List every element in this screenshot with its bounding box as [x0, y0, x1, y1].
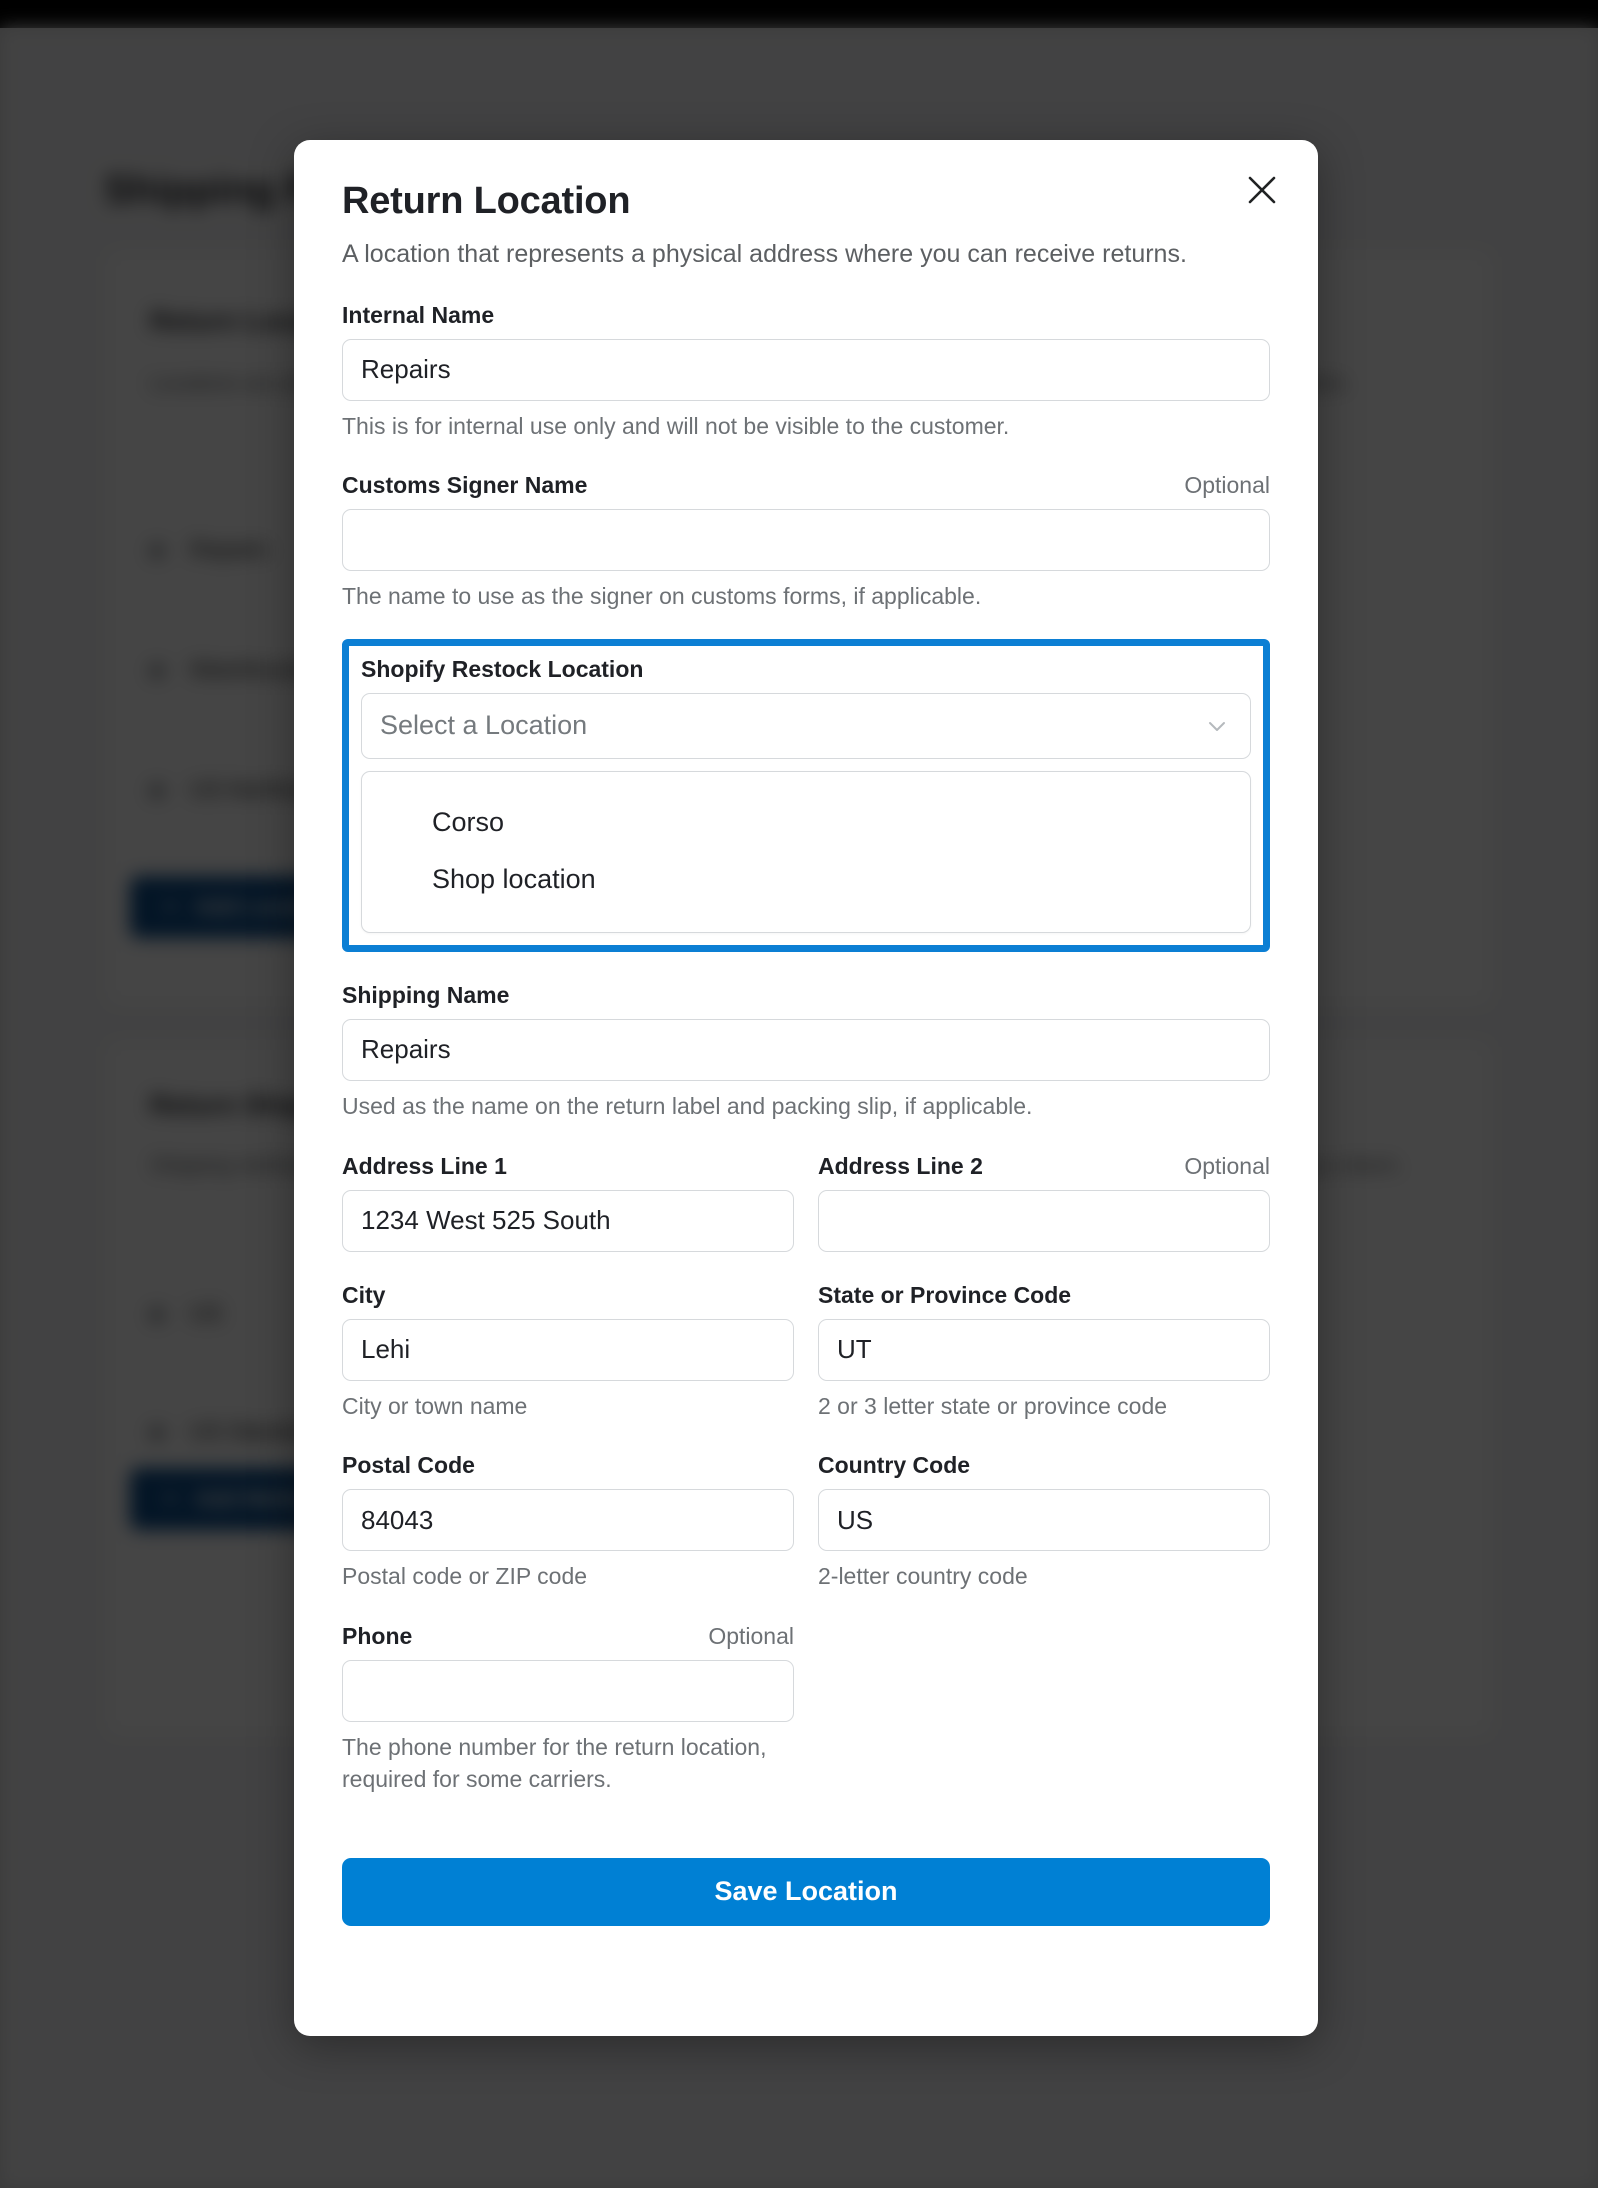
col-phone: Phone Optional The phone number for the … [342, 1623, 794, 1795]
field-address-line-2: Address Line 2 Optional [818, 1153, 1270, 1252]
option-item[interactable]: Corso [362, 794, 1250, 851]
internal-name-label: Internal Name [342, 301, 495, 328]
return-location-modal: Return Location A location that represen… [294, 140, 1318, 2036]
field-country-code-head: Country Code [818, 1452, 1270, 1479]
field-customs-signer-head: Customs Signer Name Optional [342, 472, 1270, 499]
address-line-2-optional-badge: Optional [1184, 1152, 1270, 1179]
field-address-line-1-head: Address Line 1 [342, 1153, 794, 1180]
modal-subtitle: A location that represents a physical ad… [342, 240, 1187, 268]
shipping-name-label: Shipping Name [342, 981, 510, 1008]
customs-signer-name-optional-badge: Optional [1184, 472, 1270, 499]
state-or-province-code-label: State or Province Code [818, 1281, 1072, 1308]
plus-icon: + [164, 1486, 177, 1511]
city-help: City or town name [342, 1392, 528, 1419]
chevron-down-icon [1202, 711, 1232, 741]
phone-optional-badge: Optional [708, 1623, 794, 1650]
save-location-button[interactable]: Save Location [342, 1857, 1270, 1926]
col-country-code: Country Code 2-letter country code [818, 1452, 1270, 1593]
state-or-province-code-input[interactable] [818, 1318, 1270, 1381]
close-icon[interactable] [1234, 162, 1290, 218]
row-marker-icon [150, 1425, 164, 1440]
background-card1-row-1: Warehouse [150, 656, 307, 683]
page-root: Shipping Policies Return Locations Locat… [0, 0, 1598, 2188]
phone-input[interactable] [342, 1660, 794, 1723]
field-customs-signer-name: Customs Signer Name Optional The name to… [342, 472, 1270, 613]
postal-code-input[interactable] [342, 1489, 794, 1552]
country-code-label: Country Code [818, 1452, 971, 1479]
field-city: City City or town name [342, 1282, 794, 1423]
field-postal-code: Postal Code Postal code or ZIP code [342, 1452, 794, 1593]
postal-country-row: Postal Code Postal code or ZIP code Coun… [342, 1452, 1270, 1593]
background-card2-row-0: US [150, 1300, 222, 1327]
customs-signer-name-input[interactable] [342, 509, 1270, 572]
shopify-restock-location-selected-value: Select a Location [380, 710, 588, 741]
customs-signer-name-help: The name to use as the signer on customs… [342, 583, 982, 610]
plus-icon: + [164, 894, 177, 919]
field-address-line-2-head: Address Line 2 Optional [818, 1153, 1270, 1180]
field-internal-name-head: Internal Name [342, 302, 1270, 329]
postal-code-help: Postal code or ZIP code [342, 1563, 588, 1590]
internal-name-input[interactable] [342, 338, 1270, 401]
row-marker-icon [150, 1307, 164, 1322]
field-phone-head: Phone Optional [342, 1623, 794, 1650]
country-code-help: 2-letter country code [818, 1563, 1028, 1590]
city-label: City [342, 1281, 386, 1308]
option-item[interactable]: Shop location [362, 851, 1250, 908]
address-lines-row: Address Line 1 Address Line 2 Optional [342, 1153, 1270, 1252]
col-address-line-2: Address Line 2 Optional [818, 1153, 1270, 1252]
postal-code-label: Postal Code [342, 1452, 475, 1479]
address-line-1-input[interactable] [342, 1189, 794, 1252]
phone-label: Phone [342, 1623, 413, 1650]
row-marker-icon [150, 543, 164, 558]
address-line-2-label: Address Line 2 [818, 1152, 983, 1179]
field-postal-code-head: Postal Code [342, 1452, 794, 1479]
field-state-or-province-code: State or Province Code 2 or 3 letter sta… [818, 1282, 1270, 1423]
col-state-or-province-code: State or Province Code 2 or 3 letter sta… [818, 1282, 1270, 1423]
customs-signer-name-label: Customs Signer Name [342, 472, 588, 499]
address-line-1-label: Address Line 1 [342, 1152, 507, 1179]
field-shipping-name-head: Shipping Name [342, 982, 1270, 1009]
field-internal-name: Internal Name This is for internal use o… [342, 302, 1270, 443]
col-phone-spacer [818, 1623, 1270, 1795]
row-marker-icon [150, 663, 164, 678]
address-line-2-input[interactable] [818, 1189, 1270, 1252]
shopify-restock-location-label: Shopify Restock Location [361, 655, 644, 682]
field-shipping-name: Shipping Name Used as the name on the re… [342, 982, 1270, 1123]
country-code-input[interactable] [818, 1489, 1270, 1552]
browser-chrome-bar [0, 0, 1598, 28]
col-postal-code: Postal Code Postal code or ZIP code [342, 1452, 794, 1593]
phone-help: The phone number for the return location… [342, 1734, 767, 1792]
shopify-restock-location-highlight: Shopify Restock Location Select a Locati… [342, 638, 1270, 952]
shipping-name-help: Used as the name on the return label and… [342, 1092, 1033, 1119]
shipping-name-input[interactable] [342, 1018, 1270, 1081]
city-state-row: City City or town name State or Province… [342, 1282, 1270, 1423]
city-input[interactable] [342, 1318, 794, 1381]
shopify-restock-location-select-wrap: Select a Location Corso Shop location [361, 692, 1251, 933]
col-address-line-1: Address Line 1 [342, 1153, 794, 1252]
field-country-code: Country Code 2-letter country code [818, 1452, 1270, 1593]
internal-name-help: This is for internal use only and will n… [342, 412, 1010, 439]
col-city: City City or town name [342, 1282, 794, 1423]
shopify-restock-location-option-list: Corso Shop location [361, 770, 1251, 933]
row-marker-icon [150, 783, 164, 798]
shopify-restock-location-select[interactable]: Select a Location [361, 692, 1251, 759]
state-or-province-code-help: 2 or 3 letter state or province code [818, 1392, 1168, 1419]
field-state-head: State or Province Code [818, 1282, 1270, 1309]
field-address-line-1: Address Line 1 [342, 1153, 794, 1252]
phone-row: Phone Optional The phone number for the … [342, 1623, 1270, 1795]
modal-title: Return Location [342, 180, 631, 222]
background-card1-row-0: Repairs [150, 536, 269, 563]
field-phone: Phone Optional The phone number for the … [342, 1623, 794, 1795]
field-city-head: City [342, 1282, 794, 1309]
